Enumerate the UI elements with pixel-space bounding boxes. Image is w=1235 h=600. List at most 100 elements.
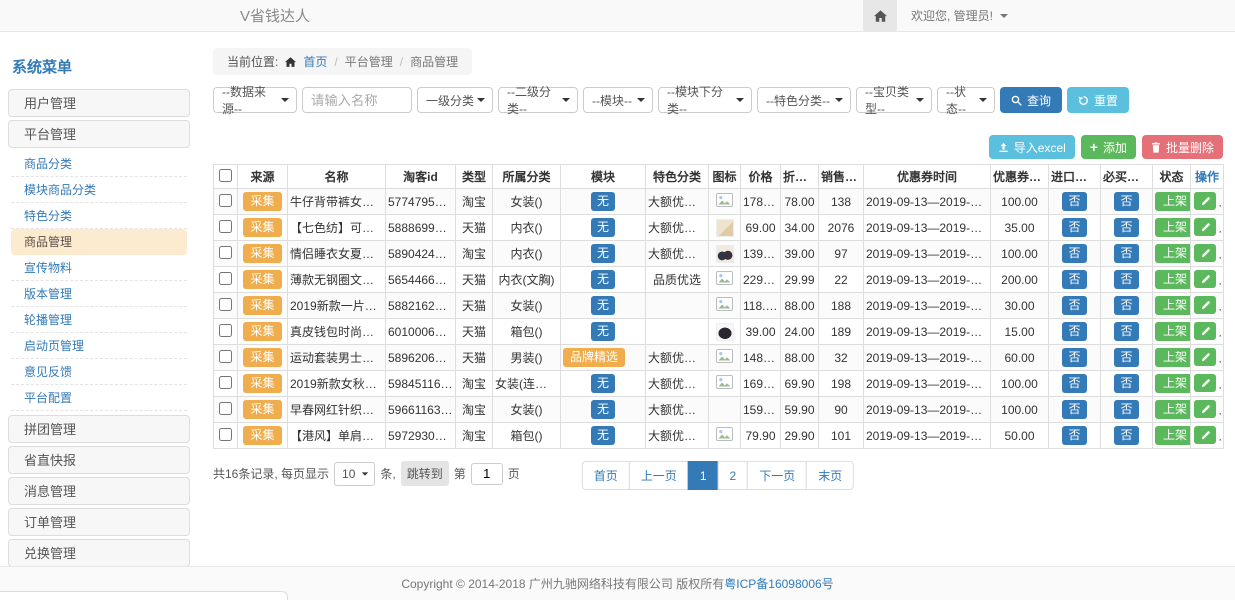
edit-button[interactable]	[1194, 400, 1216, 418]
add-button[interactable]: + 添加	[1081, 135, 1136, 159]
filter-select-7[interactable]: --宝贝类型--	[856, 87, 932, 113]
status-badge: 上架	[1155, 218, 1191, 236]
table-row: 采集情侣睡衣女夏丝绸男士...589042420344淘宝内衣()无大额优惠券1…	[214, 241, 1224, 267]
edit-icon	[1200, 222, 1211, 233]
breadcrumb-item: 商品管理	[410, 53, 458, 70]
product-name-cell: 运动套装男士卫衣初秋...	[288, 345, 386, 371]
filter-select-3[interactable]: --二级分类--	[498, 87, 578, 113]
edit-button[interactable]	[1194, 192, 1216, 210]
filter-select-label: --宝贝类型--	[865, 83, 916, 117]
edit-button[interactable]	[1194, 244, 1216, 262]
row-select-cell	[214, 241, 238, 267]
edit-button[interactable]	[1194, 348, 1216, 366]
page-button-5[interactable]: 末页	[806, 461, 854, 490]
breadcrumb-home-link[interactable]: 首页	[303, 53, 327, 70]
status-badge: 上架	[1155, 374, 1191, 392]
home-button[interactable]	[863, 0, 897, 31]
topbar-right: 欢迎您, 管理员!	[863, 0, 1235, 31]
sales-count-cell: 97	[819, 241, 864, 267]
edit-button[interactable]	[1194, 270, 1216, 288]
icp-link[interactable]: 粤ICP备16098006号	[724, 575, 833, 592]
filter-select-label: --模块下分类--	[667, 83, 736, 117]
row-checkbox[interactable]	[219, 298, 232, 311]
query-button[interactable]: 查询	[1000, 87, 1062, 113]
status-badge: 上架	[1155, 192, 1191, 210]
edit-button[interactable]	[1194, 426, 1216, 444]
status-badge: 上架	[1155, 400, 1191, 418]
edit-button[interactable]	[1194, 374, 1216, 392]
jump-prefix: 第	[454, 465, 466, 482]
filter-name-input[interactable]	[302, 87, 412, 113]
import-select-cell: 否	[1049, 423, 1101, 449]
row-checkbox[interactable]	[219, 402, 232, 415]
page-button-1[interactable]: 上一页	[629, 461, 689, 490]
price-cell: 69.00	[741, 215, 781, 241]
broken-image-icon	[716, 297, 733, 311]
sales-count-cell: 90	[819, 397, 864, 423]
batch-delete-button[interactable]: 批量删除	[1142, 135, 1223, 159]
row-checkbox[interactable]	[219, 220, 232, 233]
page-button-0[interactable]: 首页	[582, 461, 630, 490]
sidebar-item-2[interactable]: 商品分类	[11, 151, 187, 177]
sidebar-item-16[interactable]: 兑换管理	[8, 539, 190, 567]
source-badge: 采集	[243, 192, 281, 210]
sidebar-item-8[interactable]: 轮播管理	[11, 307, 187, 333]
row-checkbox[interactable]	[219, 350, 232, 363]
edit-icon	[1200, 404, 1211, 415]
page-button-2[interactable]: 1	[688, 461, 719, 490]
sidebar-item-5[interactable]: 商品管理	[11, 229, 187, 255]
jump-button[interactable]: 跳转到	[401, 461, 449, 486]
edit-button[interactable]	[1194, 322, 1216, 340]
page-button-3[interactable]: 2	[718, 461, 749, 490]
module-cell: 无	[561, 293, 646, 319]
sidebar-item-10[interactable]: 意见反馈	[11, 359, 187, 385]
refresh-icon	[1078, 95, 1089, 106]
filter-select-5[interactable]: --模块下分类--	[658, 87, 752, 113]
row-checkbox[interactable]	[219, 324, 232, 337]
row-checkbox[interactable]	[219, 246, 232, 259]
row-checkbox[interactable]	[219, 194, 232, 207]
import-select-badge: 否	[1062, 400, 1086, 418]
table-row: 采集2019新款女秋薄款...598451162391淘宝女装(连衣裙)无大额优…	[214, 371, 1224, 397]
sidebar-item-1[interactable]: 平台管理	[8, 120, 190, 148]
page-button-4[interactable]: 下一页	[747, 461, 807, 490]
per-page-select[interactable]: 10	[334, 462, 375, 486]
jump-page-input[interactable]	[471, 463, 503, 485]
sidebar-item-12[interactable]: 拼团管理	[8, 415, 190, 443]
edit-button[interactable]	[1194, 296, 1216, 314]
sidebar-item-4[interactable]: 特色分类	[11, 203, 187, 229]
sidebar-item-3[interactable]: 模块商品分类	[11, 177, 187, 203]
sidebar-item-7[interactable]: 版本管理	[11, 281, 187, 307]
column-header-16: 状态	[1153, 165, 1191, 189]
filter-select-2[interactable]: 一级分类	[417, 87, 493, 113]
sidebar-item-13[interactable]: 省直快报	[8, 446, 190, 474]
chevron-down-icon	[736, 98, 744, 102]
import-select-cell: 否	[1049, 215, 1101, 241]
edit-icon	[1200, 378, 1211, 389]
reset-button[interactable]: 重置	[1067, 87, 1129, 113]
pagination-bar: 共16条记录, 每页显示 10 条, 跳转到 第 页 首页上一页12下一页末页	[213, 461, 1223, 489]
sidebar-item-6[interactable]: 宣传物料	[11, 255, 187, 281]
user-menu[interactable]: 欢迎您, 管理员!	[897, 7, 1022, 24]
row-checkbox[interactable]	[219, 272, 232, 285]
table-row: 采集【港风】单肩斜跨链条...597293020870淘宝箱包()无大额优惠券7…	[214, 423, 1224, 449]
sidebar-item-15[interactable]: 订单管理	[8, 508, 190, 536]
product-name-cell: 牛仔背带裤女秋装减龄...	[288, 189, 386, 215]
filter-select-4[interactable]: --模块--	[583, 87, 653, 113]
import-excel-button[interactable]: 导入excel	[989, 135, 1075, 159]
row-select-cell	[214, 267, 238, 293]
sidebar-item-11[interactable]: 平台配置	[11, 385, 187, 411]
filter-select-0[interactable]: --数据来源--	[213, 87, 297, 113]
filter-select-6[interactable]: --特色分类--	[757, 87, 851, 113]
row-checkbox[interactable]	[219, 376, 232, 389]
row-checkbox[interactable]	[219, 428, 232, 441]
module-cell: 无	[561, 241, 646, 267]
column-header-11: 销售数量	[819, 165, 864, 189]
filter-select-8[interactable]: --状态--	[937, 87, 995, 113]
sidebar-item-0[interactable]: 用户管理	[8, 89, 190, 117]
select-all-checkbox[interactable]	[219, 169, 232, 182]
sidebar-item-14[interactable]: 消息管理	[8, 477, 190, 505]
type-cell: 天猫	[456, 293, 493, 319]
edit-button[interactable]	[1194, 218, 1216, 236]
sidebar-item-9[interactable]: 启动页管理	[11, 333, 187, 359]
